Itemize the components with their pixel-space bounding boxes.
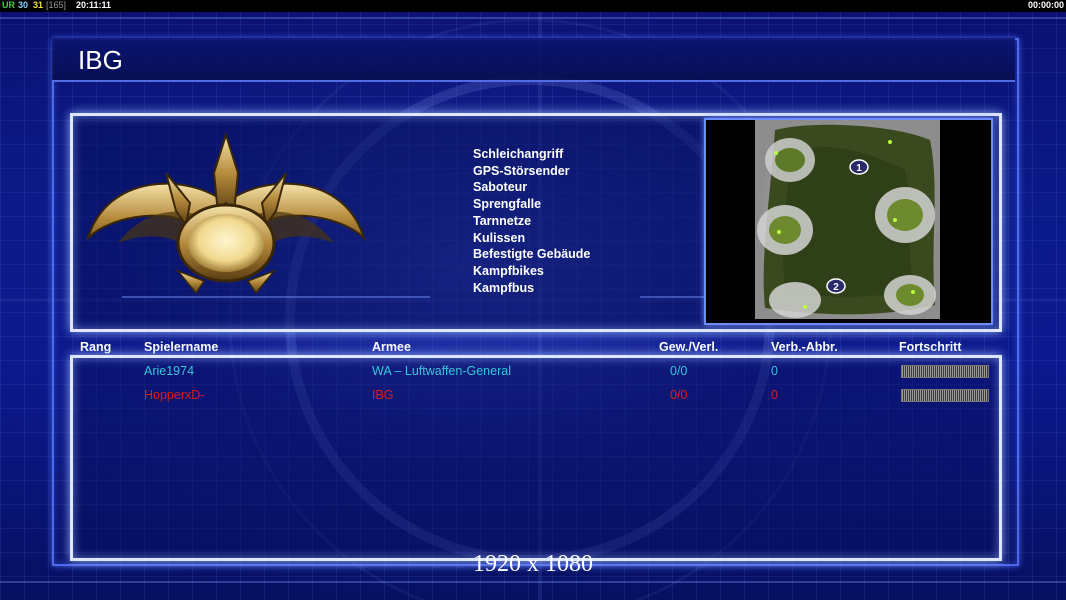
divider-right (640, 296, 704, 298)
game-rules-list: Schleichangriff GPS-Störsender Saboteur … (473, 146, 590, 296)
resolution-label: 1920 x 1080 (473, 551, 593, 577)
player-winloss: 0/0 (670, 364, 688, 378)
svg-text:1: 1 (856, 163, 862, 174)
start-position-2: 2 (826, 278, 846, 294)
player-name: HopperxD- (144, 388, 205, 402)
column-header-progress: Fortschritt (899, 340, 962, 354)
column-header-rank: Rang (80, 340, 112, 354)
match-timer: 00:00:00 (1027, 0, 1064, 10)
page-title: IBG (78, 45, 123, 75)
status-value-3: [165] (46, 0, 67, 10)
player-winloss: 0/0 (670, 388, 688, 402)
column-header-army: Armee (372, 340, 411, 354)
column-header-disconnects: Verb.-Abbr. (771, 340, 838, 354)
player-disconnects: 0 (771, 388, 778, 402)
map-preview: 1 2 (755, 120, 940, 319)
rule-item: Sprengfalle (473, 197, 542, 212)
status-value-1: 30 (18, 0, 29, 10)
clock: 20:11:11 (76, 0, 112, 10)
player-army: IBG (372, 388, 394, 402)
rule-item: Saboteur (473, 180, 528, 195)
progress-bar (901, 365, 989, 378)
players-panel (70, 355, 1002, 561)
rule-item: Kampfbus (473, 280, 535, 295)
status-value-2: 31 (33, 0, 44, 10)
start-position-1: 1 (849, 159, 869, 175)
player-name: Arie1974 (144, 364, 195, 378)
progress-bar (901, 389, 989, 402)
player-army: WA – Luftwaffen-General (372, 364, 511, 378)
rule-item: Kulissen (473, 230, 526, 245)
column-header-player: Spielername (144, 340, 219, 354)
rule-item: GPS-Störsender (473, 163, 570, 178)
faction-emblem-icon (85, 133, 367, 295)
ur-label: UR (2, 0, 15, 10)
player-disconnects: 0 (771, 364, 778, 378)
rule-item: Tarnnetze (473, 213, 532, 228)
column-header-winloss: Gew./Verl. (659, 340, 719, 354)
title-bar (52, 38, 1015, 82)
rule-item: Kampfbikes (473, 263, 544, 278)
top-status-bar: UR 30 31 [165] 20:11:11 00:00:00 (0, 0, 1066, 12)
svg-text:2: 2 (833, 282, 839, 293)
rule-item: Schleichangriff (473, 147, 564, 161)
rule-item: Befestigte Gebäude (473, 247, 591, 262)
